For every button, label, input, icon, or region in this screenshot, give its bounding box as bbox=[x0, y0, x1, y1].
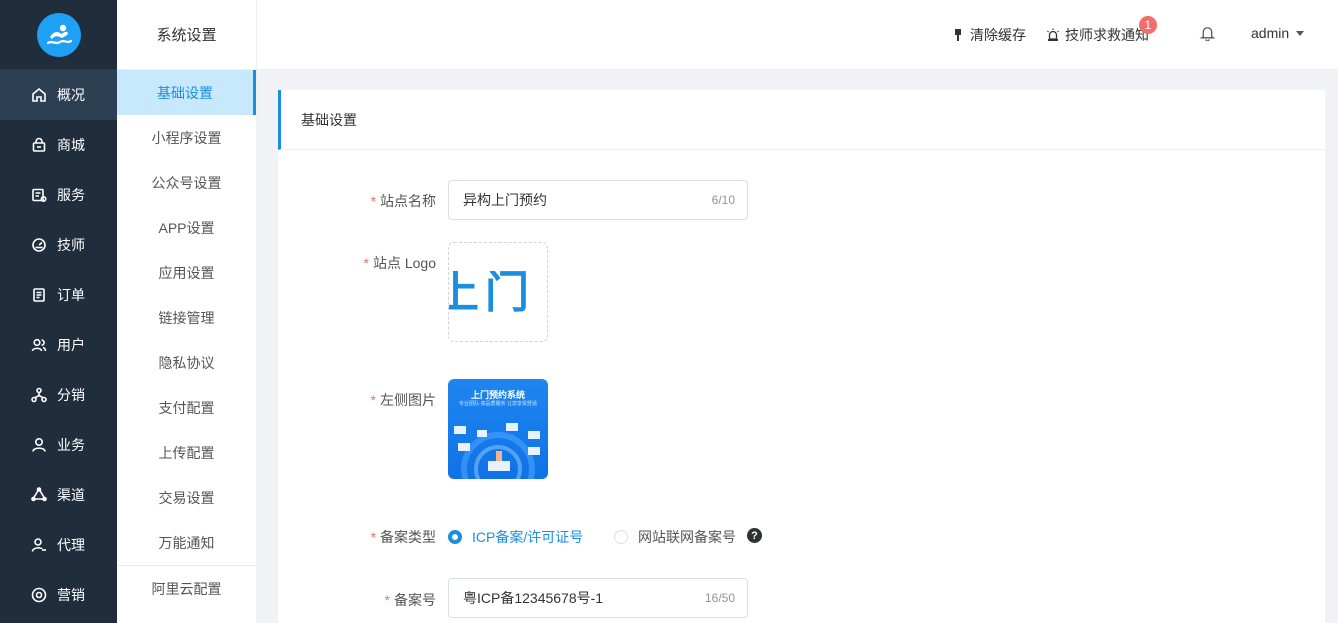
record-type-network-label: 网站联网备案号 bbox=[638, 529, 736, 545]
submenu-item-application-settings[interactable]: 应用设置 bbox=[117, 250, 256, 295]
submenu-item-payment-config[interactable]: 支付配置 bbox=[117, 385, 256, 430]
main-sidebar: 概况 商城 服务 技师 订单 用户 分销 业务 渠道 代理 营销 bbox=[0, 0, 117, 623]
agent-icon bbox=[30, 536, 48, 554]
radio-indicator bbox=[614, 530, 628, 544]
site-name-label: * 站点名称 bbox=[370, 193, 436, 209]
submenu-item-app-settings[interactable]: APP设置 bbox=[117, 205, 256, 250]
left-image-illustration bbox=[454, 423, 540, 479]
record-type-network-radio[interactable]: 网站联网备案号 bbox=[614, 527, 736, 547]
site-name-input[interactable]: 异构上门预约 6/10 bbox=[448, 180, 748, 220]
submenu-item-miniprogram-settings[interactable]: 小程序设置 bbox=[117, 115, 256, 160]
record-no-value: 粤ICP备12345678号-1 bbox=[463, 590, 604, 606]
bell-icon bbox=[1199, 27, 1216, 41]
submenu-item-official-account-settings[interactable]: 公众号设置 bbox=[117, 160, 256, 205]
top-header: 清除缓存 技师求救通知 1 admin bbox=[257, 0, 1338, 70]
nav-item-label: 用户 bbox=[57, 337, 85, 353]
nav-item-label: 商城 bbox=[57, 137, 85, 153]
nav-item-agent[interactable]: 代理 bbox=[0, 520, 117, 570]
caret-down-icon bbox=[1296, 31, 1305, 36]
alarm-light-icon bbox=[1047, 28, 1059, 41]
clear-cache-label: 清除缓存 bbox=[970, 27, 1026, 43]
record-type-icp-label: ICP备案/许可证号 bbox=[472, 529, 584, 545]
question-icon[interactable]: ? bbox=[747, 528, 762, 543]
site-logo-upload[interactable]: 上门 bbox=[448, 242, 548, 342]
nav-item-label: 业务 bbox=[57, 437, 85, 453]
system-settings-menu: 系统设置 基础设置 小程序设置 公众号设置 APP设置 应用设置 链接管理 隐私… bbox=[117, 0, 257, 623]
shop-bag-icon bbox=[30, 136, 48, 154]
nav-item-mall[interactable]: 商城 bbox=[0, 120, 117, 170]
nav-item-orders[interactable]: 订单 bbox=[0, 270, 117, 320]
nav-item-channel[interactable]: 渠道 bbox=[0, 470, 117, 520]
submenu-item-upload-config[interactable]: 上传配置 bbox=[117, 430, 256, 475]
required-mark: * bbox=[370, 392, 376, 408]
card-title: 基础设置 bbox=[278, 90, 1325, 150]
users-icon bbox=[30, 336, 48, 354]
site-name-char-count: 6/10 bbox=[711, 193, 735, 207]
nav-item-label: 营销 bbox=[57, 587, 85, 603]
user-menu[interactable]: admin bbox=[1251, 25, 1305, 41]
submenu-item-link-management[interactable]: 链接管理 bbox=[117, 295, 256, 340]
nav-item-service[interactable]: 服务 bbox=[0, 170, 117, 220]
left-image-upload[interactable]: 上门预约系统 专业团队·高品质服务 让您享受舒适 bbox=[448, 379, 548, 479]
required-mark: * bbox=[363, 255, 369, 271]
nav-item-business[interactable]: 业务 bbox=[0, 420, 117, 470]
nav-item-label: 代理 bbox=[57, 537, 85, 553]
record-no-label: * 备案号 bbox=[384, 592, 436, 608]
submenu-item-aliyun-config[interactable]: 阿里云配置 bbox=[117, 566, 256, 611]
app-logo[interactable] bbox=[0, 0, 117, 70]
nav-item-label: 分销 bbox=[57, 387, 85, 403]
nav-item-distribution[interactable]: 分销 bbox=[0, 370, 117, 420]
marketing-icon bbox=[30, 586, 48, 604]
required-mark: * bbox=[370, 529, 376, 545]
record-type-icp-radio[interactable]: ICP备案/许可证号 bbox=[448, 527, 583, 547]
nav-item-label: 渠道 bbox=[57, 487, 85, 503]
home-icon bbox=[30, 86, 48, 104]
rescue-notice-button[interactable]: 技师求救通知 1 bbox=[1046, 16, 1157, 45]
nav-item-label: 订单 bbox=[57, 287, 85, 303]
submenu-item-basic-settings[interactable]: 基础设置 bbox=[117, 70, 256, 115]
user-icon bbox=[30, 436, 48, 454]
swimmer-logo-icon bbox=[36, 12, 81, 57]
brush-icon bbox=[955, 29, 961, 41]
site-logo-text: 上门 bbox=[449, 271, 535, 315]
nav-item-label: 技师 bbox=[57, 237, 85, 253]
record-no-input[interactable]: 粤ICP备12345678号-1 16/50 bbox=[448, 578, 748, 618]
nav-item-technician[interactable]: 技师 bbox=[0, 220, 117, 270]
site-logo-label: * 站点 Logo bbox=[363, 255, 437, 271]
record-type-label: * 备案类型 bbox=[370, 529, 436, 545]
site-logo-image: 上门 bbox=[449, 271, 547, 315]
submenu-title: 系统设置 bbox=[117, 0, 256, 70]
nav-item-overview[interactable]: 概况 bbox=[0, 70, 117, 120]
channel-icon bbox=[30, 486, 48, 504]
submenu-item-trade-settings[interactable]: 交易设置 bbox=[117, 475, 256, 520]
radio-selected-indicator bbox=[448, 530, 462, 544]
submenu-item-privacy-agreement[interactable]: 隐私协议 bbox=[117, 340, 256, 385]
bell-button[interactable] bbox=[1199, 24, 1221, 41]
username-label: admin bbox=[1251, 25, 1290, 41]
required-mark: * bbox=[370, 193, 376, 209]
clear-cache-button[interactable]: 清除缓存 bbox=[951, 25, 1026, 45]
left-image-label: * 左侧图片 bbox=[370, 392, 436, 408]
document-icon bbox=[30, 286, 48, 304]
rescue-notice-label: 技师求救通知 bbox=[1065, 27, 1149, 43]
nav-item-marketing[interactable]: 营销 bbox=[0, 570, 117, 620]
network-icon bbox=[30, 386, 48, 404]
nav-item-label: 概况 bbox=[57, 87, 85, 103]
site-name-value: 异构上门预约 bbox=[463, 192, 547, 208]
submenu-item-universal-notice[interactable]: 万能通知 bbox=[117, 520, 256, 565]
record-no-char-count: 16/50 bbox=[704, 591, 735, 605]
nav-item-label: 服务 bbox=[57, 187, 85, 203]
dashboard-icon bbox=[30, 236, 48, 254]
nav-item-users[interactable]: 用户 bbox=[0, 320, 117, 370]
required-mark: * bbox=[384, 592, 390, 608]
notification-count-badge: 1 bbox=[1139, 16, 1157, 34]
service-list-icon bbox=[30, 186, 48, 204]
